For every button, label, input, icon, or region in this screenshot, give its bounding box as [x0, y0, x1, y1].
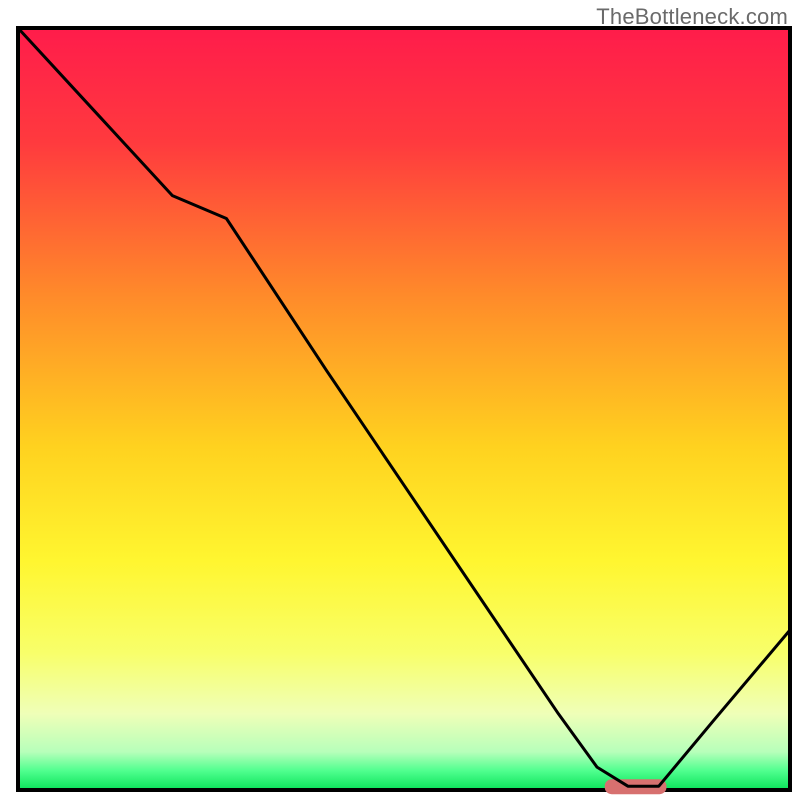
bottleneck-chart	[0, 0, 800, 800]
chart-container: TheBottleneck.com	[0, 0, 800, 800]
watermark-text: TheBottleneck.com	[596, 4, 788, 30]
gradient-background	[18, 28, 790, 790]
